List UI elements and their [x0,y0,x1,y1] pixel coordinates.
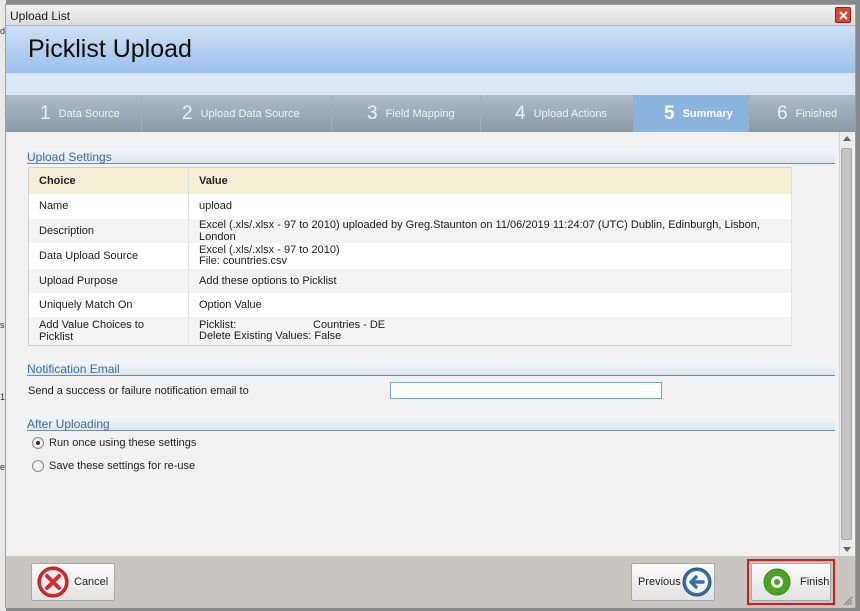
scroll-up-arrow-icon[interactable] [843,136,851,141]
cancel-label: Cancel [74,576,109,588]
value-line: File: countries.csv [199,254,288,267]
previous-button[interactable]: Previous [631,563,715,601]
wizard-steps: 1 Data Source 2 Upload Data Source 3 Fie… [6,95,855,132]
step-number: 4 [515,102,526,124]
notification-email-input[interactable] [390,382,662,399]
step-label: Data Source [58,107,120,120]
section-after-uploading: After Uploading [27,416,835,431]
page-title: Picklist Upload [28,35,192,63]
table-header-row: Choice Value [28,167,792,194]
row-value: Excel (.xls/.xlsx - 97 to 2010) File: co… [188,242,792,269]
step-number: 1 [40,102,51,124]
step-data-source[interactable]: 1 Data Source [6,95,142,132]
finish-button[interactable]: Finish [751,563,831,601]
section-upload-settings: Upload Settings [27,149,835,164]
step-summary[interactable]: 5 Summary [634,95,749,132]
resize-grip-icon[interactable] [843,596,853,606]
step-number: 5 [664,102,675,124]
step-label: Finished [795,107,838,120]
delete-existing-value: False [314,329,342,342]
row-value: upload [188,193,792,219]
upload-list-dialog: Upload List Picklist Upload 1 Data Sourc… [5,4,856,608]
radio-label: Run once using these settings [49,437,197,449]
dialog-titlebar[interactable]: Upload List [6,5,855,26]
radio-run-once[interactable]: Run once using these settings [32,437,196,449]
section-title: After Uploading [27,417,110,431]
step-label: Upload Data Source [200,107,300,120]
cancel-x-icon [37,566,69,598]
step-number: 3 [367,102,378,124]
step-number: 2 [182,102,193,124]
table-row: Name upload [28,193,792,219]
table-row: Upload Purpose Add these options to Pick… [28,268,792,293]
delete-existing-key: Delete Existing Values: [199,329,312,342]
section-title: Notification Email [27,362,120,376]
step-upload-actions[interactable]: 4 Upload Actions [481,95,634,132]
step-upload-data-source[interactable]: 2 Upload Data Source [142,95,332,132]
close-button[interactable] [835,7,851,23]
table-row: Description Excel (.xls/.xlsx - 97 to 20… [28,218,792,243]
settings-table: Choice Value Name upload Description Exc… [28,167,792,346]
finish-label: Finish [800,576,830,588]
row-value: Option Value [188,292,792,317]
dialog-footer: Cancel Previous Finish [6,556,855,608]
radio-save-settings[interactable]: Save these settings for re-use [32,460,195,472]
row-choice: Add Value Choices to Picklist [28,316,189,346]
value-line: Excel (.xls/.xlsx - 97 to 2010) [199,243,340,256]
scroll-down-arrow-icon[interactable] [843,547,851,552]
summary-content: Upload Settings Choice Value Name upload… [6,132,855,556]
delete-existing-line: Delete Existing Values: False [199,329,781,342]
section-title: Upload Settings [27,150,112,164]
notification-email-label: Send a success or failure notification e… [28,385,249,397]
header-subband [6,73,855,95]
step-finished[interactable]: 6 Finished [749,95,855,132]
radio-label: Save these settings for re-use [49,460,196,472]
close-icon [839,11,848,20]
step-field-mapping[interactable]: 3 Field Mapping [332,95,481,132]
row-choice: Data Upload Source [28,242,189,269]
step-label: Summary [682,107,733,120]
scroll-thumb[interactable] [841,148,852,540]
step-number: 6 [777,102,788,124]
radio-button[interactable] [32,460,44,472]
back-arrow-icon [682,567,712,597]
row-choice: Upload Purpose [28,268,189,293]
previous-label: Previous [638,576,681,588]
row-choice: Uniquely Match On [28,292,189,317]
row-choice: Name [28,193,189,219]
header-banner: Picklist Upload [6,26,855,73]
step-label: Field Mapping [385,107,455,120]
finish-circle-icon [763,568,791,596]
radio-button-selected[interactable] [32,437,44,449]
dialog-title: Upload List [10,9,71,23]
row-value: Excel (.xls/.xlsx - 97 to 2010) uploaded… [188,218,792,243]
row-choice: Description [28,218,189,243]
step-label: Upload Actions [533,107,607,120]
column-header-choice: Choice [28,167,189,194]
table-row: Data Upload Source Excel (.xls/.xlsx - 9… [28,242,792,269]
cancel-button[interactable]: Cancel [31,563,115,601]
column-header-value: Value [188,167,792,194]
table-row: Add Value Choices to Picklist Picklist: … [28,316,792,346]
row-value: Picklist: Countries - DE Delete Existing… [188,316,792,346]
section-notification-email: Notification Email [27,361,835,376]
row-value: Add these options to Picklist [188,268,792,293]
table-row: Uniquely Match On Option Value [28,292,792,317]
vertical-scrollbar[interactable] [839,132,853,556]
